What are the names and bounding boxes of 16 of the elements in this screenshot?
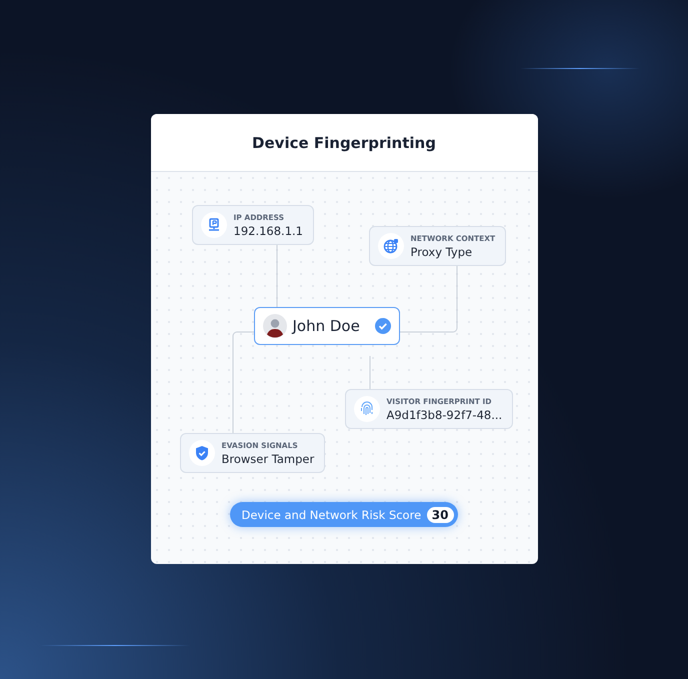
connector-line (369, 356, 370, 390)
signal-value: Browser Tamper (222, 452, 314, 466)
person-name: John Doe (292, 317, 361, 335)
risk-score-label: Device and Network Risk Score (242, 508, 422, 522)
signal-value: A9d1f3b8-92f7-48... (386, 408, 502, 422)
globe-icon (382, 238, 398, 254)
connector-line (276, 244, 277, 308)
signal-value: 192.168.1.1 (234, 224, 303, 238)
fingerprint-icon (358, 401, 374, 417)
connector-line (399, 266, 457, 332)
signal-value: Proxy Type (410, 244, 474, 258)
avatar-icon (262, 314, 286, 338)
shield-check-icon (194, 445, 208, 461)
network-port-icon (206, 218, 220, 232)
card-title: Device Fingerprinting (150, 114, 538, 172)
risk-score-value: 30 (426, 506, 454, 522)
